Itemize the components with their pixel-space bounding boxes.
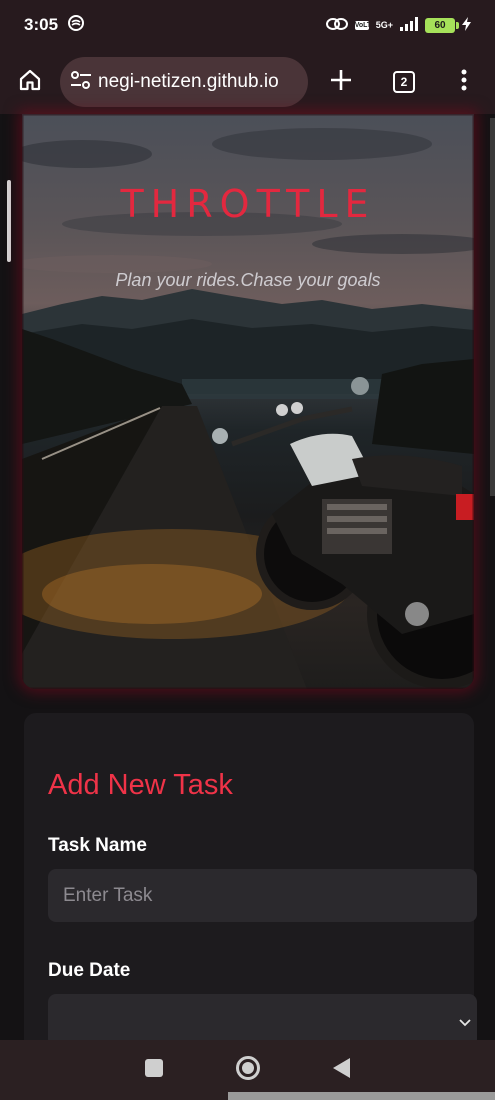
hero-tagline: Plan your rides.Chase your goals [115,270,381,290]
scrollbar-track [490,118,495,496]
plus-icon [330,69,352,96]
menu-button[interactable] [434,50,494,114]
task-name-label: Task Name [48,835,147,856]
home-icon [18,68,42,97]
new-tab-button[interactable] [308,50,374,114]
more-vert-icon [461,69,467,96]
status-right: VoLTE 5G+ 60 [325,16,471,35]
status-time: 3:05 [24,15,59,34]
tab-switcher-button[interactable]: 2 [374,50,434,114]
link-icon [325,16,348,35]
signal-icon [400,16,418,34]
back-button[interactable] [332,1057,351,1083]
tab-count: 2 [393,71,415,93]
battery-icon: 60 [425,17,459,33]
circle-icon [235,1055,260,1080]
square-icon [144,1058,163,1077]
hero-banner: THROTTLE Plan your rides.Chase your goal… [22,114,474,689]
home-nav-button[interactable] [235,1055,261,1086]
form-heading: Add New Task [48,769,233,801]
address-bar[interactable]: negi-netizen.github.io [60,57,308,107]
hero-title: THROTTLE [120,182,376,226]
triangle-back-icon [332,1057,350,1078]
due-date-label: Due Date [48,960,131,981]
recents-button[interactable] [144,1058,163,1082]
system-nav-bar [0,1040,495,1100]
volte-label: VoLTE [354,20,369,30]
status-bar: 3:05 VoLTE 5G+ 60 [0,0,495,50]
home-button[interactable] [0,50,60,114]
task-name-input[interactable] [48,869,477,922]
network-type: 5G+ [375,19,393,30]
tune-icon[interactable] [70,70,92,94]
status-left: 3:05 [24,14,85,36]
notification-icon [68,14,85,36]
chevron-down-icon [459,1014,471,1032]
url-text: negi-netizen.github.io [98,71,279,92]
add-task-card: Add New Task Task Name Due Date [24,713,477,1053]
browser-toolbar: negi-netizen.github.io 2 [0,50,495,114]
battery-level: 60 [434,19,446,31]
scroll-indicator[interactable] [7,180,11,262]
charging-icon [462,16,471,34]
gesture-bar [228,1092,495,1100]
